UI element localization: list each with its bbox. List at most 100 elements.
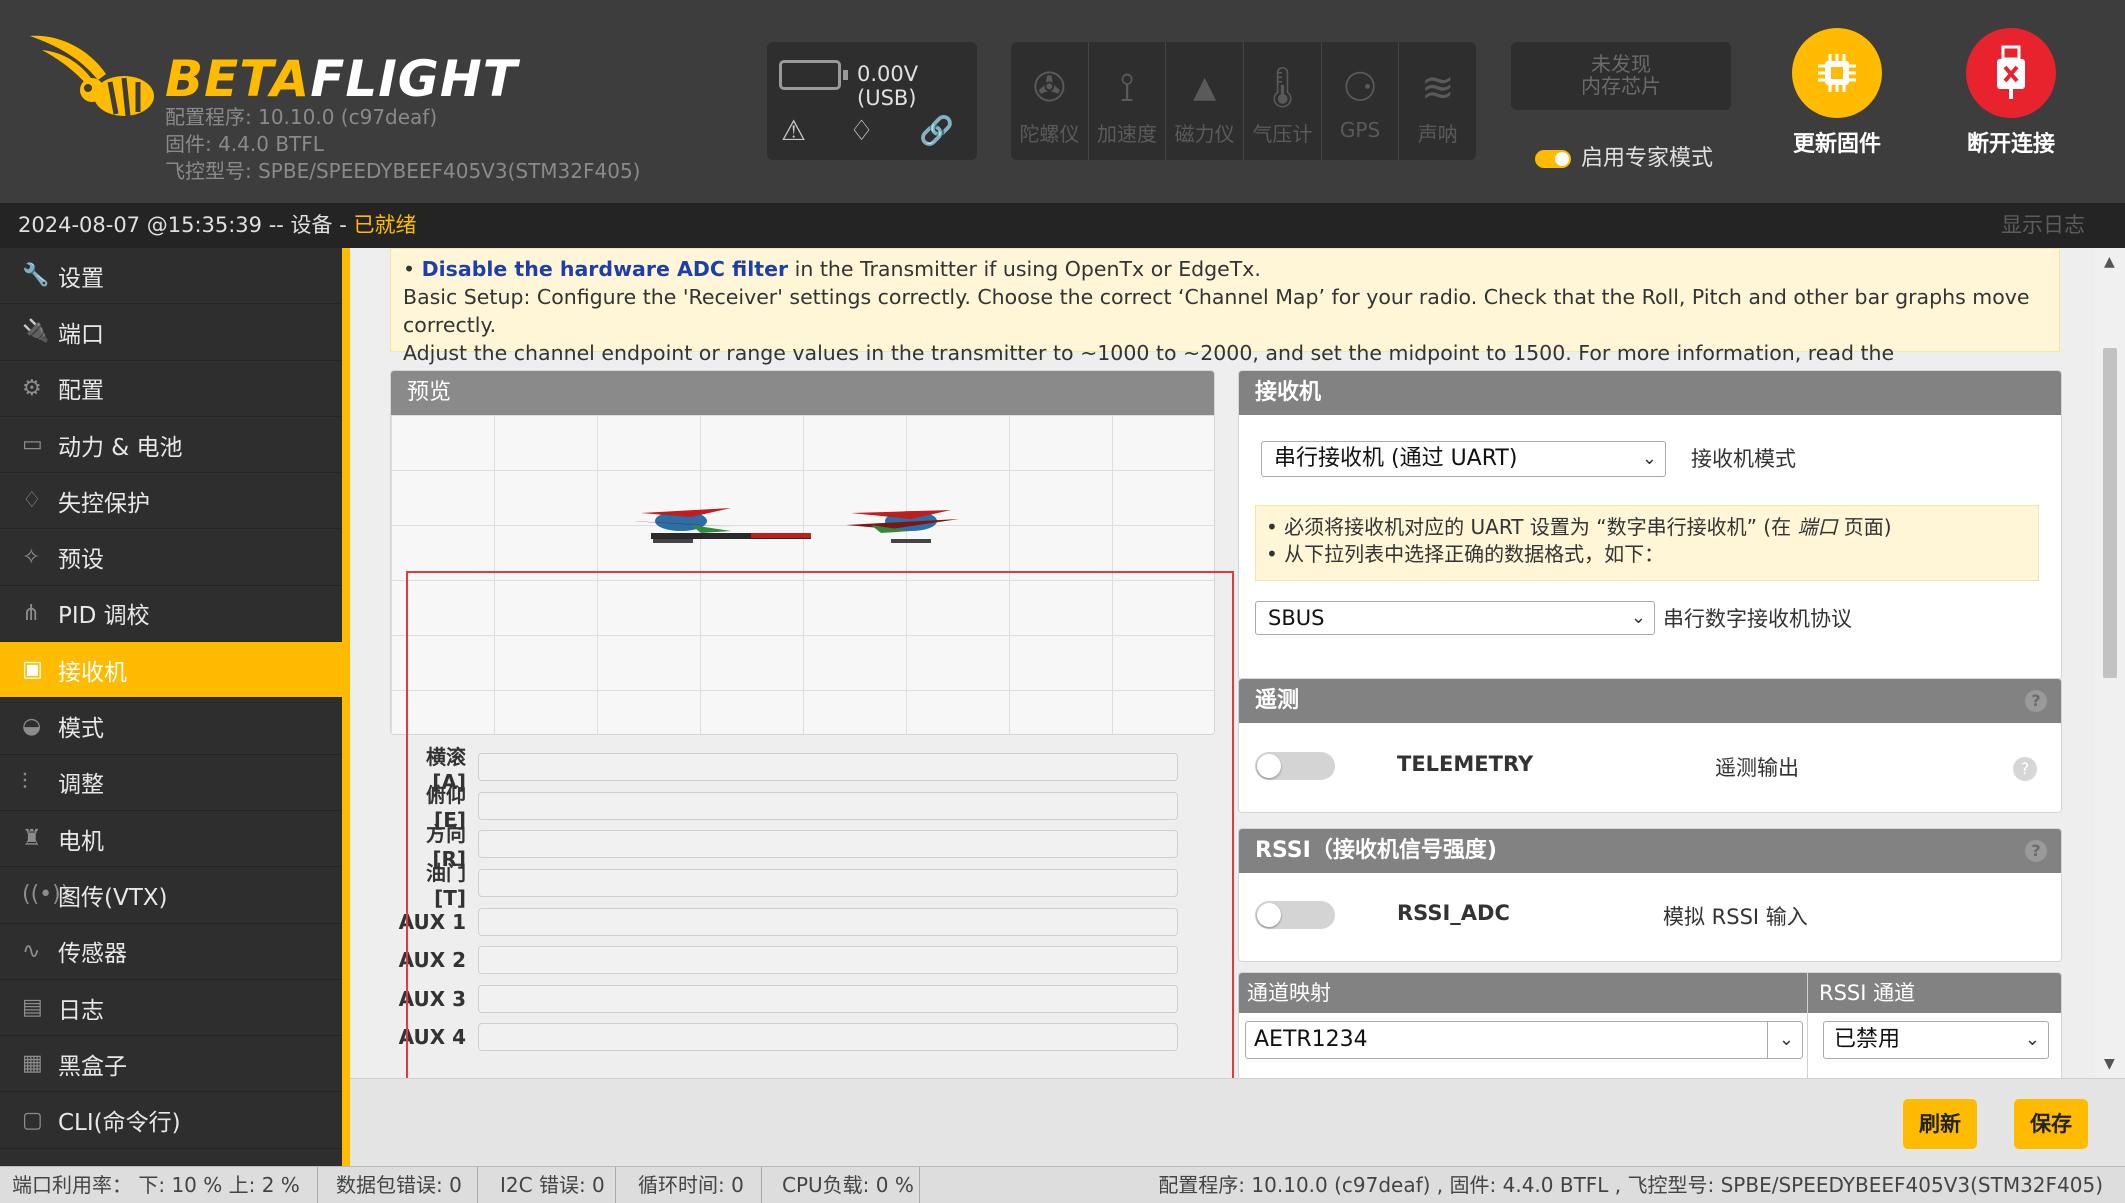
receiver-mode-label: 接收机模式 — [1691, 447, 1796, 471]
help-icon[interactable]: ? — [2025, 690, 2047, 712]
bee-logo-icon — [30, 35, 154, 117]
channel-map-header: 通道映射 — [1247, 981, 1331, 1005]
serial-protocol-select[interactable]: SBUS ⌄ — [1255, 601, 1655, 635]
receiver-title: 接收机 — [1239, 371, 2061, 415]
main-content: • Disable the hardware ADC filter in the… — [350, 248, 2095, 1166]
warning-icon: ⚠ — [781, 114, 807, 147]
pulse-icon: ∿ — [22, 938, 41, 964]
channel-map-panel: 通道映射 RSSI 通道 AETR1234 ⌄ 已禁用 ⌄ — [1238, 972, 2062, 1082]
adc-filter-link[interactable]: Disable the hardware ADC filter — [422, 257, 789, 281]
satellite-icon: ⚆ — [1342, 65, 1378, 111]
battery-icon — [779, 60, 848, 90]
rssi-panel: RSSI（接收机信号强度)? RSSI_ADC 模拟 RSSI 输入 — [1238, 828, 2062, 962]
sidebar-item-sensors[interactable]: ∿ 传感器 — [0, 924, 350, 980]
telemetry-title: 遥测 — [1255, 688, 1300, 713]
i2c-errors: I2C 错误: 0 — [488, 1167, 616, 1203]
usb-disconnect-icon — [1966, 28, 2056, 118]
sidebar-item-vtx[interactable]: ((•)) 图传(VTX) — [0, 867, 350, 924]
header: BETAFLIGHT 配置程序: 10.10.0 (c97deaf) 固件: 4… — [0, 0, 2125, 203]
magic-icon: ✧ — [22, 544, 41, 570]
rssi-adc-toggle[interactable] — [1255, 901, 1335, 929]
wrench-icon: 🔧 — [22, 263, 50, 289]
sidebar-item-setup[interactable]: 🔧 设置 — [0, 248, 350, 305]
gear-icon: ⚙ — [22, 375, 42, 401]
sidebar-item-logging[interactable]: ▤ 日志 — [0, 980, 350, 1037]
main-scrollbar[interactable]: ▲ ▼ — [2095, 248, 2125, 1078]
sliders-icon: ⫶ — [22, 769, 28, 795]
sidebar-item-motors[interactable]: ♜ 电机 — [0, 811, 350, 868]
port-utilization: 端口利用率： 下: 10 % 上: 2 % — [0, 1167, 318, 1203]
sidebar-item-configuration[interactable]: ⚙ 配置 — [0, 361, 350, 417]
gyro-icon: ✇ — [1032, 65, 1067, 111]
scroll-down-icon[interactable]: ▼ — [2104, 1056, 2115, 1072]
sidebar-item-presets[interactable]: ✧ 预设 — [0, 529, 350, 586]
chevron-down-icon: ⌄ — [1778, 1029, 1794, 1050]
expert-mode-toggle[interactable]: 启用专家模式 — [1535, 140, 1713, 172]
board-target: 飞控型号: SPBE/SPEEDYBEEF405V3(STM32F405) — [165, 159, 641, 183]
broadcast-icon: ((•)) — [22, 882, 70, 908]
sidebar-item-ports[interactable]: 🔌 端口 — [0, 304, 350, 361]
terminal-icon: ▢ — [22, 1107, 43, 1133]
sidebar-item-adjustments[interactable]: ⫶ 调整 — [0, 755, 350, 811]
rssi-channel-header: RSSI 通道 — [1819, 981, 1916, 1005]
telemetry-desc: 遥测输出 — [1715, 756, 1799, 780]
serial-protocol-label: 串行数字接收机协议 — [1663, 607, 1852, 631]
battery-status-box: 0.00V (USB) ⚠ ♢ 🔗 — [767, 42, 977, 160]
save-button[interactable]: 保存 — [2014, 1099, 2088, 1149]
divider — [1807, 973, 1808, 1081]
show-log-link[interactable]: 显示日志 — [2001, 203, 2085, 248]
scroll-up-icon[interactable]: ▲ — [2104, 254, 2115, 270]
configurator-version: 配置程序: 10.10.0 (c97deaf) — [165, 105, 438, 129]
channel-map-input[interactable]: AETR1234 ⌄ — [1245, 1021, 1803, 1059]
sidebar-item-power[interactable]: ▭ 动力 & 电池 — [0, 417, 350, 474]
chip-icon — [1792, 28, 1882, 118]
sidebar-item-failsafe[interactable]: ♢ 失控保护 — [0, 473, 350, 530]
receiver-help-note: • Disable the hardware ADC filter in the… — [390, 248, 2060, 393]
receiver-panel: 接收机 串行接收机 (通过 UART) ⌄ 接收机模式 • 必须将接收机对应的 U… — [1238, 370, 2062, 680]
battery-icon: ▭ — [22, 432, 43, 458]
disconnect-button[interactable]: 断开连接 — [1956, 28, 2066, 158]
help-icon[interactable]: ? — [2013, 757, 2037, 781]
sidebar: 🔧 设置 🔌 端口 ⚙ 配置 ▭ 动力 & 电池 ♢ 失控保护 ✧ 预设 ⋔ PID 调校 ▣… — [0, 248, 350, 1166]
sensor-status-box: ✇ 陀螺仪 ⟟ 加速度 ▲ 磁力仪 🌡 气压计 ⚆ GPS ≋ 声呐 — [1011, 42, 1476, 160]
preview-title: 预览 — [391, 371, 1214, 415]
telemetry-toggle[interactable] — [1255, 752, 1335, 780]
sidebar-item-modes[interactable]: ◒ 模式 — [0, 698, 350, 755]
footer-status-bar: 端口利用率： 下: 10 % 上: 2 % 数据包错误: 0 I2C 错误: 0… — [0, 1166, 2125, 1203]
rssi-title: RSSI（接收机信号强度) — [1255, 838, 1497, 863]
flash-chip-status: 未发现 内存芯片 — [1511, 42, 1731, 110]
battery-voltage: 0.00V (USB) — [857, 62, 919, 110]
blackbox-icon: ▦ — [22, 1051, 43, 1077]
sensor-gps: ⚆ GPS — [1322, 42, 1400, 160]
telemetry-panel: 遥测? TELEMETRY 遥测输出 ? — [1238, 678, 2062, 813]
thermometer-icon: 🌡 — [1256, 65, 1308, 111]
rssi-channel-select[interactable]: 已禁用 ⌄ — [1823, 1021, 2049, 1059]
compass-icon: ▲ — [1193, 70, 1217, 105]
update-firmware-button[interactable]: 更新固件 — [1782, 28, 1892, 158]
help-icon[interactable]: ? — [2025, 840, 2047, 862]
connection-status-bar: 2024-08-07 @15:35:39 -- 设备 - 已就绪 显示日志 — [0, 203, 2125, 248]
receiver-mode-select[interactable]: 串行接收机 (通过 UART) ⌄ — [1261, 441, 1666, 477]
sidebar-item-blackbox[interactable]: ▦ 黑盒子 — [0, 1036, 350, 1093]
scrollbar-thumb[interactable] — [2103, 348, 2117, 678]
motor-icon: ♜ — [22, 826, 42, 852]
status-timestamp: 2024-08-07 @15:35:39 -- 设备 - — [18, 213, 354, 237]
rssi-adc-name: RSSI_ADC — [1397, 901, 1510, 925]
status-ready: 已就绪 — [353, 213, 417, 237]
sensor-sonar: ≋ 声呐 — [1399, 42, 1476, 160]
accel-icon: ⟟ — [1119, 65, 1135, 111]
log-icon: ▤ — [22, 995, 43, 1020]
failsafe-icon: ♢ — [849, 114, 875, 147]
sidebar-item-pid-tuning[interactable]: ⋔ PID 调校 — [0, 586, 350, 643]
sidebar-item-receiver[interactable]: ▣ 接收机 — [0, 642, 350, 699]
link-icon: 🔗 — [919, 114, 954, 147]
expert-mode-switch[interactable] — [1535, 150, 1571, 168]
action-bar: 刷新 保存 — [350, 1078, 2125, 1166]
plug-icon: 🔌 — [22, 319, 50, 345]
packet-errors: 数据包错误: 0 — [324, 1167, 478, 1203]
sidebar-item-cli[interactable]: ▢ CLI(命令行) — [0, 1092, 350, 1149]
sensor-baro: 🌡 气压计 — [1244, 42, 1322, 160]
sensor-gyro: ✇ 陀螺仪 — [1011, 42, 1089, 160]
refresh-button[interactable]: 刷新 — [1903, 1099, 1977, 1149]
receiver-uart-warning: • 必须将接收机对应的 UART 设置为 “数字串行接收机” (在 端口 页面)… — [1255, 505, 2039, 581]
